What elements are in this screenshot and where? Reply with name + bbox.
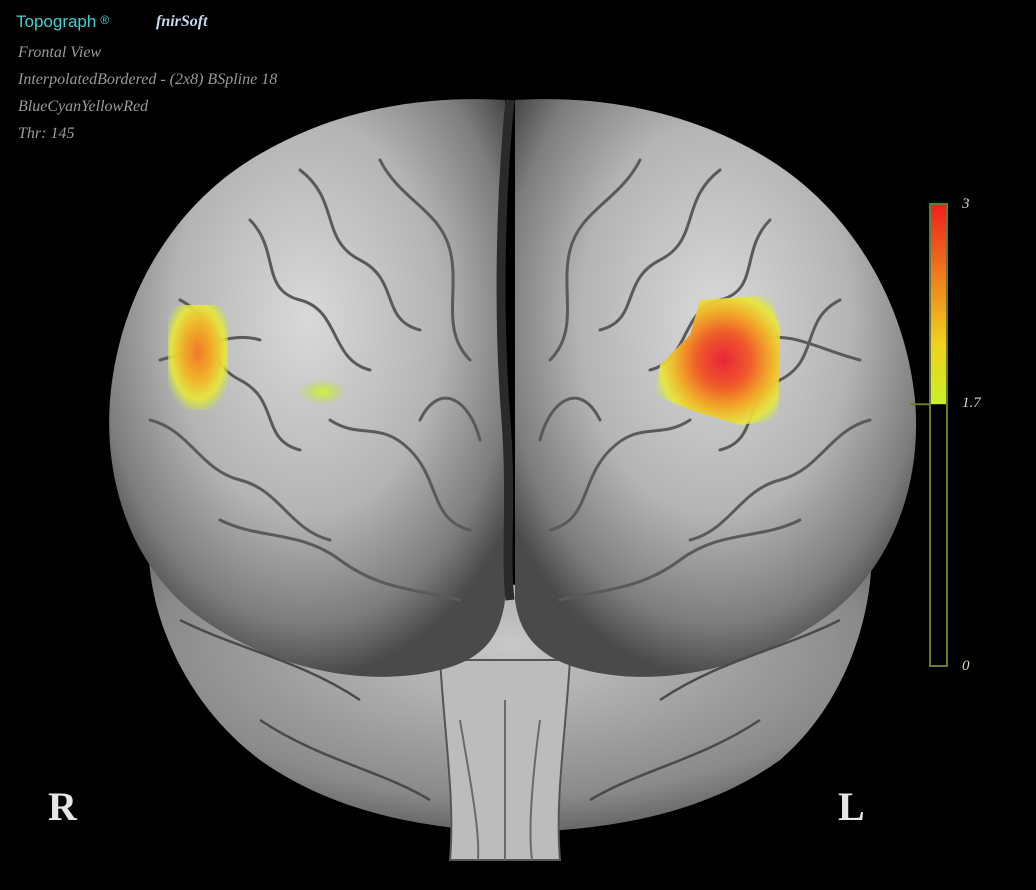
app-name: Topograph — [16, 12, 97, 31]
threshold-value: Thr: 145 — [18, 125, 75, 142]
left-side-label: L — [838, 784, 865, 829]
app-title: Topograph ® — [16, 12, 109, 32]
topograph-view: Topograph ® fnirSoft Frontal View Interpo… — [0, 0, 1036, 890]
colorbar-threshold-label: 1.7 — [962, 395, 981, 412]
right-side-label: R — [48, 784, 77, 829]
activation-right-lateral-prefrontal — [168, 305, 228, 410]
brain-frontal-render — [109, 99, 917, 861]
colormap-name: BlueCyanYellowRed — [18, 98, 149, 115]
interpolation-mode: InterpolatedBordered - (2x8) BSpline 18 — [18, 71, 278, 88]
colorbar-min-label: 0 — [962, 658, 970, 674]
colorbar — [910, 203, 948, 667]
vendor-name: fnirSoft — [156, 13, 208, 30]
colorbar-max-label: 3 — [962, 196, 970, 212]
activation-right-medial-frontal — [300, 380, 344, 404]
view-name: Frontal View — [18, 44, 102, 61]
registered-mark: ® — [100, 13, 110, 27]
colorbar-fill — [930, 204, 947, 405]
